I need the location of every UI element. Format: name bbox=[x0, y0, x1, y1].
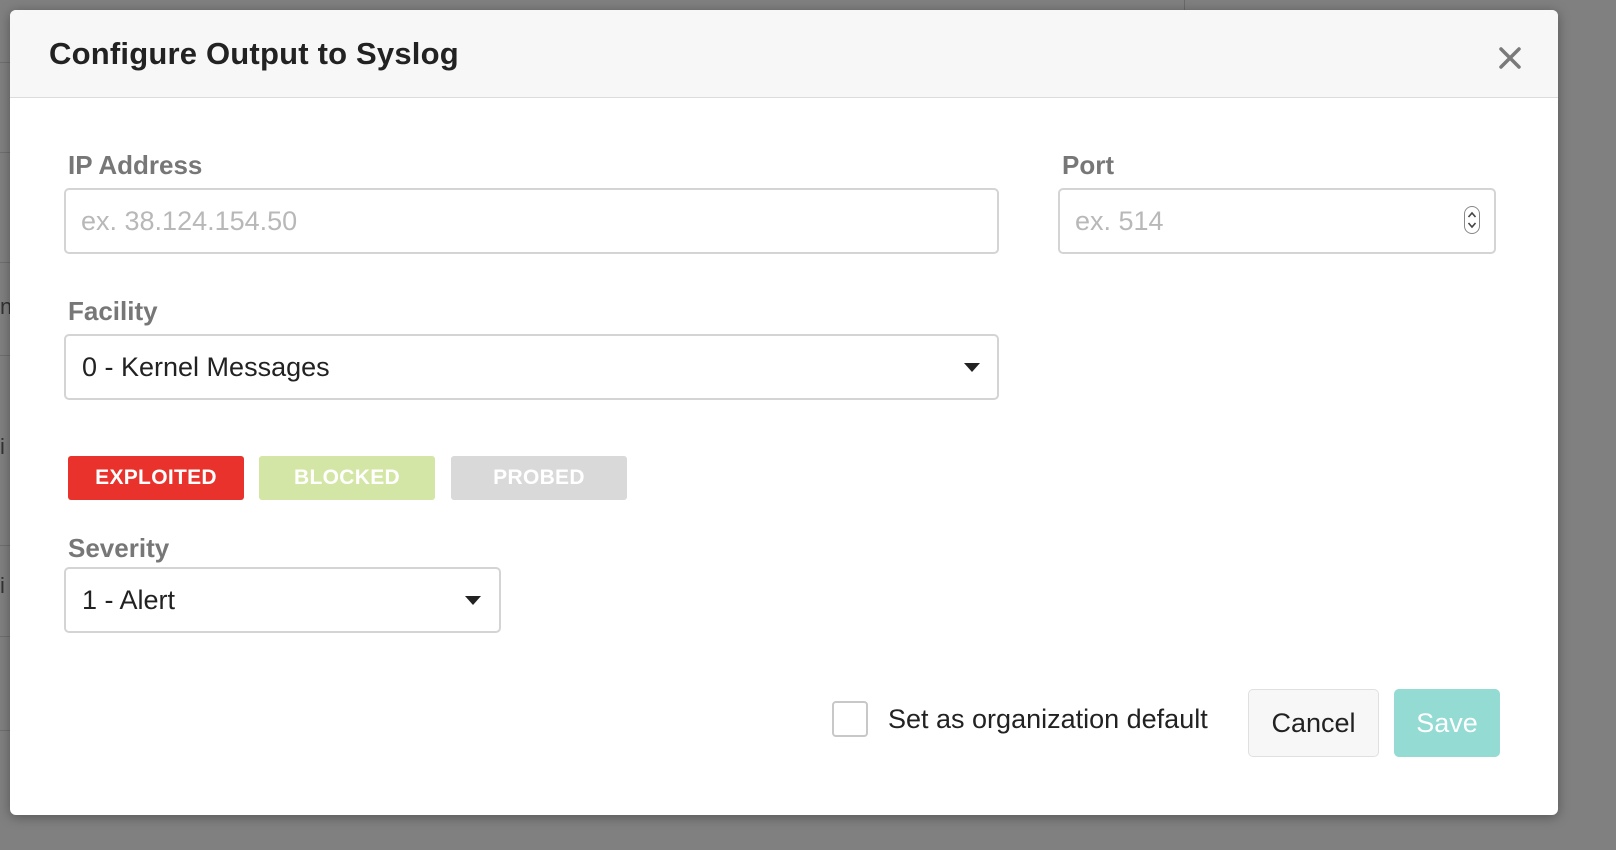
org-default-label[interactable]: Set as organization default bbox=[888, 704, 1208, 735]
port-stepper-icon[interactable] bbox=[1464, 206, 1480, 234]
background-text-fragment: i bbox=[0, 434, 5, 459]
ip-address-label: IP Address bbox=[68, 150, 203, 180]
ip-address-input[interactable] bbox=[64, 188, 999, 254]
tag-blocked-button[interactable]: BLOCKED bbox=[259, 456, 435, 500]
severity-select[interactable]: 1 - Alert bbox=[64, 567, 501, 633]
org-default-checkbox[interactable] bbox=[832, 701, 868, 737]
port-input[interactable] bbox=[1058, 188, 1496, 254]
tag-probed-button[interactable]: PROBED bbox=[451, 456, 627, 500]
severity-label: Severity bbox=[68, 533, 170, 563]
modal-header: Configure Output to Syslog bbox=[10, 10, 1558, 98]
facility-select[interactable]: 0 - Kernel Messages bbox=[64, 334, 999, 400]
severity-selected-value: 1 - Alert bbox=[82, 585, 176, 615]
facility-selected-value: 0 - Kernel Messages bbox=[82, 352, 330, 382]
background-divider bbox=[1184, 0, 1185, 10]
chevron-down-icon bbox=[465, 596, 481, 605]
tag-exploited-button[interactable]: EXPLOITED bbox=[68, 456, 244, 500]
background-text-fragment: i bbox=[0, 573, 5, 598]
port-label: Port bbox=[1062, 150, 1114, 180]
facility-label: Facility bbox=[68, 296, 158, 326]
chevron-down-icon bbox=[964, 363, 980, 372]
save-button[interactable]: Save bbox=[1394, 689, 1500, 757]
syslog-config-modal: Configure Output to Syslog IP Address Po… bbox=[10, 10, 1558, 815]
cancel-button[interactable]: Cancel bbox=[1248, 689, 1379, 757]
close-icon[interactable] bbox=[1492, 40, 1528, 76]
modal-title: Configure Output to Syslog bbox=[49, 36, 459, 71]
